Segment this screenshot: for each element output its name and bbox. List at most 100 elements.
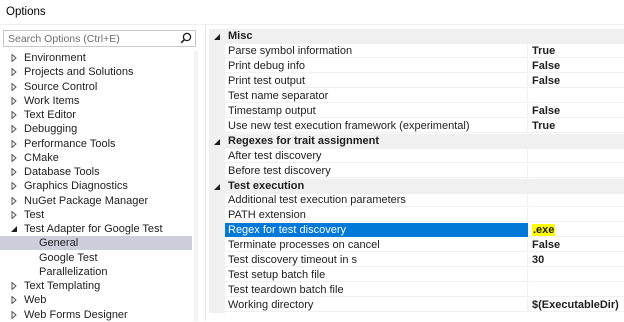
property-row[interactable]: Before test discovery (209, 163, 624, 179)
chevron-right-icon[interactable] (10, 54, 18, 62)
property-row[interactable]: After test discovery (209, 148, 624, 164)
property-value[interactable]: True (529, 44, 624, 58)
property-value[interactable] (529, 89, 624, 103)
property-name: Additional test execution parameters (225, 193, 528, 208)
tree-item-label: Text Editor (24, 109, 76, 121)
property-value[interactable] (529, 164, 624, 178)
tree-item[interactable]: NuGet Package Manager (0, 194, 192, 208)
chevron-down-icon[interactable] (213, 33, 221, 41)
row-gutter (209, 223, 225, 239)
chevron-right-icon[interactable] (10, 111, 18, 119)
property-value[interactable] (529, 193, 624, 208)
search-input[interactable] (4, 31, 178, 46)
tree-item[interactable]: Test (0, 208, 192, 222)
chevron-right-icon[interactable] (10, 210, 18, 219)
property-row[interactable]: Parse symbol information True (209, 43, 624, 59)
chevron-right-icon[interactable] (10, 182, 18, 191)
search-box[interactable] (3, 30, 196, 47)
property-name: Parse symbol information (225, 43, 528, 58)
tree-item[interactable]: Source Control (0, 80, 192, 94)
tree-item[interactable]: CMake (0, 151, 192, 165)
row-gutter (209, 58, 225, 74)
property-value[interactable] (529, 268, 624, 283)
tree-item[interactable]: Environment (0, 51, 192, 65)
row-gutter (209, 298, 225, 314)
property-value[interactable]: True (529, 119, 624, 133)
category-row[interactable]: Regexes for trait assignment (209, 133, 624, 149)
row-gutter (209, 43, 225, 59)
property-row[interactable]: Additional test execution parameters (209, 193, 624, 209)
row-gutter (209, 148, 225, 164)
tree-item[interactable]: Graphics Diagnostics (0, 179, 192, 193)
tree-item[interactable]: Text Templating (0, 279, 192, 293)
chevron-down-icon[interactable] (213, 138, 221, 146)
tree-item[interactable]: Test Adapter for Google Test (0, 222, 192, 236)
property-name: Working directory (225, 298, 528, 313)
chevron-right-icon[interactable] (10, 310, 18, 319)
tree-item[interactable]: Web Forms Designer (0, 308, 192, 322)
chevron-right-icon[interactable] (10, 82, 18, 91)
chevron-right-icon[interactable] (10, 68, 18, 77)
property-value[interactable] (529, 283, 624, 298)
chevron-down-icon[interactable] (10, 225, 18, 233)
tree-item[interactable]: Web (0, 293, 192, 307)
tree-item[interactable]: Google Test (0, 251, 192, 265)
category-row[interactable]: Test execution (209, 178, 624, 194)
property-value[interactable] (529, 149, 624, 163)
property-value[interactable] (529, 208, 624, 223)
tree-item[interactable]: Projects and Solutions (0, 65, 192, 79)
property-name: Print test output (225, 73, 528, 88)
property-row[interactable]: Print debug info False (209, 58, 624, 74)
property-value[interactable]: False (529, 74, 624, 88)
tree-item[interactable]: Work Items (0, 94, 192, 108)
property-row[interactable]: Use new test execution framework (experi… (209, 118, 624, 134)
property-value[interactable]: False (529, 59, 624, 73)
property-row[interactable]: PATH extension (209, 208, 624, 224)
tree-item[interactable]: Performance Tools (0, 137, 192, 151)
row-gutter (209, 208, 225, 224)
chevron-right-icon[interactable] (10, 282, 18, 290)
property-value[interactable]: False (529, 104, 624, 118)
property-row[interactable]: Timestamp output False (209, 103, 624, 119)
property-name: Test setup batch file (225, 268, 528, 283)
tree-item[interactable]: Database Tools (0, 165, 192, 179)
chevron-right-icon[interactable] (10, 168, 18, 176)
tree-item-label: Google Test (39, 251, 98, 264)
chevron-right-icon[interactable] (10, 153, 18, 162)
property-name: Test discovery timeout in s (225, 253, 528, 268)
tree-item-label: Test (24, 208, 45, 221)
chevron-right-icon[interactable] (10, 96, 18, 105)
property-row[interactable]: Test name separator (209, 88, 624, 104)
category-row[interactable]: Misc (209, 29, 624, 44)
property-value[interactable]: 30 (529, 253, 624, 268)
property-row[interactable]: Regex for test discovery .exe (209, 223, 624, 239)
property-row[interactable]: Test setup batch file (209, 268, 624, 284)
property-row[interactable]: Test teardown batch file (209, 283, 624, 299)
tree-item-label: Parallelization (39, 265, 108, 278)
property-value[interactable]: False (529, 238, 624, 253)
chevron-right-icon[interactable] (10, 296, 18, 305)
chevron-right-icon[interactable] (10, 196, 18, 205)
chevron-right-icon[interactable] (10, 139, 18, 148)
property-row[interactable]: Test discovery timeout in s 30 (209, 253, 624, 269)
row-gutter (209, 88, 225, 104)
property-row[interactable]: Terminate processes on cancel False (209, 238, 624, 254)
tree-item[interactable]: Parallelization (0, 265, 192, 279)
property-value[interactable]: $(ExecutableDir) (529, 298, 624, 313)
tree-item-label: Graphics Diagnostics (24, 180, 128, 193)
tree-item[interactable]: General (0, 236, 192, 251)
chevron-right-icon[interactable] (10, 125, 18, 134)
tree-item[interactable]: Text Editor (0, 108, 192, 122)
property-value[interactable]: .exe (529, 223, 624, 238)
search-icon[interactable] (180, 32, 192, 44)
property-name: Test name separator (225, 88, 528, 103)
tree-scrollbar[interactable] (194, 51, 198, 321)
tree-item-label: Text Templating (24, 280, 101, 292)
tree-item[interactable]: Debugging (0, 122, 192, 136)
row-gutter (209, 193, 225, 209)
property-name: Test teardown batch file (225, 283, 528, 298)
property-row[interactable]: Print test output False (209, 73, 624, 89)
tree-item-label: Test Adapter for Google Test (24, 223, 163, 235)
property-row[interactable]: Working directory $(ExecutableDir) (209, 298, 624, 314)
chevron-down-icon[interactable] (213, 183, 221, 191)
